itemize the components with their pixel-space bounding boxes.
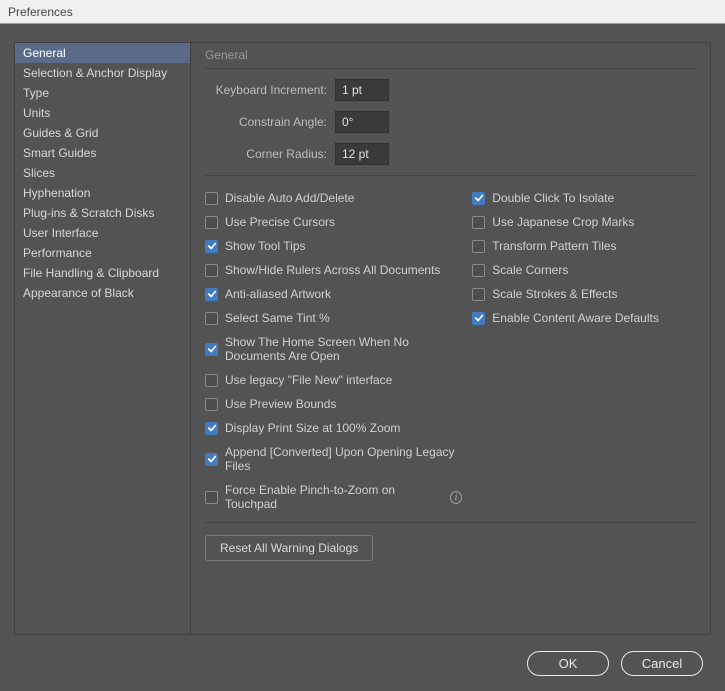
sidebar-item[interactable]: Selection & Anchor Display <box>15 63 190 83</box>
checkbox-label: Use Precise Cursors <box>225 215 335 229</box>
checkbox-label: Show The Home Screen When No Documents A… <box>225 335 462 363</box>
checkbox-row: Enable Content Aware Defaults <box>472 306 696 330</box>
checkbox[interactable] <box>205 240 218 253</box>
checkbox[interactable] <box>205 192 218 205</box>
checkbox-row: Disable Auto Add/Delete <box>205 186 462 210</box>
checkbox-row: Append [Converted] Upon Opening Legacy F… <box>205 440 462 478</box>
checkbox-column-left: Disable Auto Add/Delete Use Precise Curso… <box>205 186 462 516</box>
checkbox-grid: Disable Auto Add/Delete Use Precise Curso… <box>205 186 696 516</box>
divider <box>205 175 696 176</box>
checkbox-column-right: Double Click To Isolate Use Japanese Crop… <box>472 186 696 516</box>
sidebar-item[interactable]: Performance <box>15 243 190 263</box>
checkbox-label: Select Same Tint % <box>225 311 330 325</box>
footer: OK Cancel <box>0 635 725 691</box>
content-area: GeneralSelection & Anchor DisplayTypeUni… <box>0 24 725 635</box>
checkbox[interactable] <box>472 216 485 229</box>
checkbox-label: Anti-aliased Artwork <box>225 287 331 301</box>
checkbox[interactable] <box>205 398 218 411</box>
field-keyboard-increment: Keyboard Increment: <box>205 79 696 101</box>
checkbox[interactable] <box>472 192 485 205</box>
checkbox-label: Use Preview Bounds <box>225 397 336 411</box>
ok-button[interactable]: OK <box>527 651 609 676</box>
checkbox-label: Show Tool Tips <box>225 239 306 253</box>
checkbox-row: Double Click To Isolate <box>472 186 696 210</box>
panel-title: General <box>205 43 696 68</box>
cancel-button[interactable]: Cancel <box>621 651 703 676</box>
checkbox[interactable] <box>205 343 218 356</box>
checkbox-row: Transform Pattern Tiles <box>472 234 696 258</box>
checkbox-row: Force Enable Pinch-to-Zoom on Touchpad i <box>205 478 462 516</box>
sidebar-item[interactable]: Smart Guides <box>15 143 190 163</box>
checkbox-label: Use legacy "File New" interface <box>225 373 392 387</box>
checkbox-row: Show The Home Screen When No Documents A… <box>205 330 462 368</box>
checkbox[interactable] <box>472 312 485 325</box>
checkbox[interactable] <box>472 288 485 301</box>
field-label: Constrain Angle: <box>205 115 335 129</box>
checkbox-label: Enable Content Aware Defaults <box>492 311 659 325</box>
checkbox-row: Use legacy "File New" interface <box>205 368 462 392</box>
reset-warnings-button[interactable]: Reset All Warning Dialogs <box>205 535 373 561</box>
sidebar-item[interactable]: General <box>15 43 190 63</box>
checkbox[interactable] <box>205 216 218 229</box>
constrain-angle-input[interactable] <box>335 111 389 133</box>
field-constrain-angle: Constrain Angle: <box>205 111 696 133</box>
checkbox-row: Scale Corners <box>472 258 696 282</box>
field-label: Corner Radius: <box>205 147 335 161</box>
checkbox-label: Double Click To Isolate <box>492 191 614 205</box>
checkbox-row: Scale Strokes & Effects <box>472 282 696 306</box>
checkbox-row: Use Preview Bounds <box>205 392 462 416</box>
field-corner-radius: Corner Radius: <box>205 143 696 165</box>
checkbox-label: Show/Hide Rulers Across All Documents <box>225 263 440 277</box>
divider <box>205 68 696 69</box>
checkbox[interactable] <box>205 374 218 387</box>
sidebar-item[interactable]: Guides & Grid <box>15 123 190 143</box>
sidebar-item[interactable]: Hyphenation <box>15 183 190 203</box>
corner-radius-input[interactable] <box>335 143 389 165</box>
checkbox-label: Scale Corners <box>492 263 568 277</box>
checkbox-row: Show/Hide Rulers Across All Documents <box>205 258 462 282</box>
main-panel: General Keyboard Increment: Constrain An… <box>190 42 711 635</box>
checkbox[interactable] <box>205 312 218 325</box>
checkbox-row: Anti-aliased Artwork <box>205 282 462 306</box>
checkbox[interactable] <box>205 264 218 277</box>
divider <box>205 522 696 523</box>
sidebar-item[interactable]: Units <box>15 103 190 123</box>
sidebar-item[interactable]: Appearance of Black <box>15 283 190 303</box>
checkbox-row: Use Precise Cursors <box>205 210 462 234</box>
checkbox[interactable] <box>205 453 218 466</box>
checkbox[interactable] <box>205 491 218 504</box>
sidebar: GeneralSelection & Anchor DisplayTypeUni… <box>14 42 190 635</box>
checkbox-label: Disable Auto Add/Delete <box>225 191 354 205</box>
title-bar: Preferences <box>0 0 725 24</box>
checkbox-label: Scale Strokes & Effects <box>492 287 617 301</box>
checkbox-row: Show Tool Tips <box>205 234 462 258</box>
checkbox-label: Transform Pattern Tiles <box>492 239 616 253</box>
sidebar-item[interactable]: File Handling & Clipboard <box>15 263 190 283</box>
sidebar-item[interactable]: Slices <box>15 163 190 183</box>
sidebar-item[interactable]: User Interface <box>15 223 190 243</box>
sidebar-item[interactable]: Type <box>15 83 190 103</box>
checkbox-label: Force Enable Pinch-to-Zoom on Touchpad <box>225 483 439 511</box>
checkbox-row: Display Print Size at 100% Zoom <box>205 416 462 440</box>
checkbox-label: Display Print Size at 100% Zoom <box>225 421 400 435</box>
sidebar-item[interactable]: Plug-ins & Scratch Disks <box>15 203 190 223</box>
window-title: Preferences <box>8 5 73 19</box>
checkbox[interactable] <box>205 422 218 435</box>
checkbox-row: Use Japanese Crop Marks <box>472 210 696 234</box>
info-icon[interactable]: i <box>450 491 462 504</box>
keyboard-increment-input[interactable] <box>335 79 389 101</box>
checkbox-label: Use Japanese Crop Marks <box>492 215 634 229</box>
field-label: Keyboard Increment: <box>205 83 335 97</box>
checkbox-row: Select Same Tint % <box>205 306 462 330</box>
checkbox-label: Append [Converted] Upon Opening Legacy F… <box>225 445 462 473</box>
checkbox[interactable] <box>205 288 218 301</box>
checkbox[interactable] <box>472 240 485 253</box>
checkbox[interactable] <box>472 264 485 277</box>
